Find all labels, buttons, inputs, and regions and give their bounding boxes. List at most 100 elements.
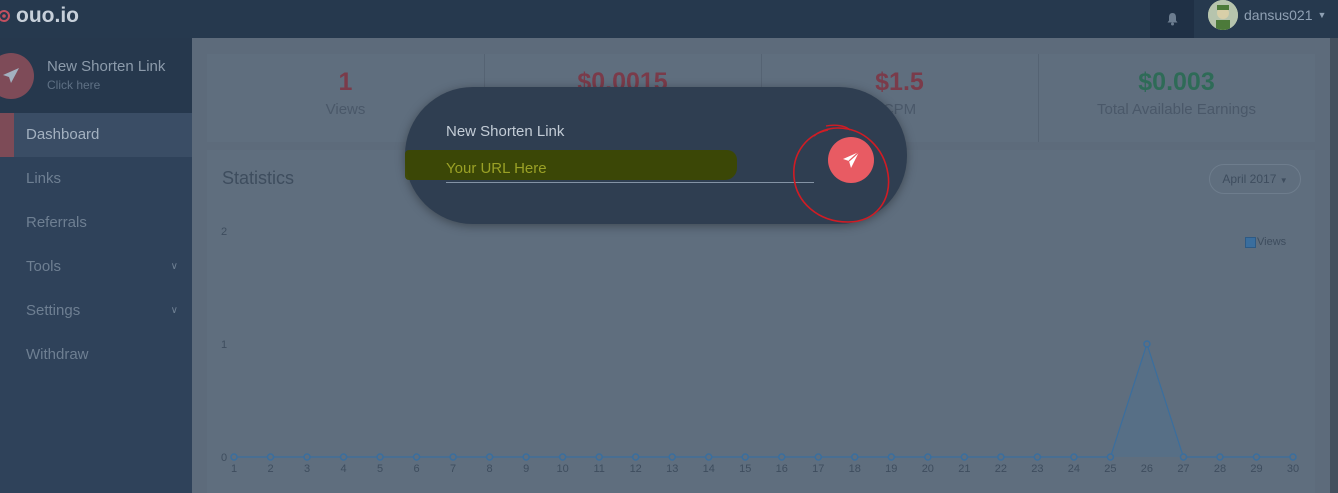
data-point — [412, 453, 421, 461]
x-tick-label: 23 — [1031, 463, 1043, 475]
data-point — [1070, 453, 1078, 461]
data-point — [851, 453, 859, 461]
sidebar-item-tools[interactable]: Tools ∨ — [0, 245, 192, 289]
x-tick-label: 6 — [414, 463, 420, 475]
data-point — [778, 453, 786, 461]
top-bar: ouo.io dansus021 ▼ — [0, 0, 1338, 38]
x-tick-label: 9 — [523, 463, 529, 475]
x-tick-label: 20 — [922, 463, 934, 475]
data-point — [1252, 453, 1261, 461]
sidebar-item-label: Withdraw — [26, 346, 89, 363]
logo-icon — [0, 10, 10, 22]
x-tick-label: 7 — [450, 463, 456, 475]
brand-name: ouo.io — [16, 4, 79, 27]
sidebar-item-dashboard[interactable]: Dashboard — [0, 113, 192, 157]
x-tick-label: 5 — [377, 463, 383, 475]
sidebar-item-referrals[interactable]: Referrals — [0, 201, 192, 245]
stat-label: Total Available Earnings — [1097, 101, 1256, 118]
scrollbar[interactable] — [1330, 38, 1338, 493]
data-point — [266, 453, 275, 461]
data-point — [814, 453, 823, 461]
sidebar-item-label: Dashboard — [26, 126, 100, 143]
x-tick-label: 4 — [340, 463, 346, 475]
x-tick-label: 3 — [304, 463, 310, 475]
new-shorten-link-button[interactable]: New Shorten Link Click here — [0, 38, 192, 113]
data-point — [997, 453, 1005, 461]
x-tick-label: 1 — [231, 463, 237, 475]
data-point — [1179, 453, 1188, 461]
x-tick-label: 29 — [1250, 463, 1262, 475]
x-tick-label: 21 — [958, 463, 970, 475]
data-point — [303, 453, 311, 461]
data-point — [1143, 340, 1151, 348]
paper-plane-icon — [3, 68, 19, 83]
data-point — [704, 453, 713, 461]
sidebar-item-links[interactable]: Links — [0, 157, 192, 201]
x-tick-label: 12 — [630, 463, 642, 475]
sidebar-item-withdraw[interactable]: Withdraw — [0, 333, 192, 377]
data-point — [668, 453, 676, 461]
data-point — [741, 453, 749, 461]
x-tick-label: 8 — [487, 463, 493, 475]
new-link-title: New Shorten Link — [47, 58, 166, 75]
data-point — [1216, 453, 1224, 461]
caret-down-icon: ▼ — [1317, 10, 1327, 20]
x-tick-label: 15 — [739, 463, 751, 475]
y-tick-label: 2 — [221, 226, 227, 238]
x-tick-label: 24 — [1068, 463, 1080, 475]
data-point — [924, 453, 932, 461]
data-point — [376, 453, 384, 461]
notifications-button[interactable] — [1150, 0, 1194, 38]
data-point — [449, 453, 457, 461]
sidebar-item-label: Links — [26, 170, 62, 187]
sidebar-item-label: Tools — [26, 258, 62, 275]
sidebar: New Shorten Link Click here Dashboard Li… — [0, 38, 192, 493]
x-tick-label: 30 — [1287, 463, 1299, 475]
username: dansus021 — [1244, 7, 1313, 23]
sidebar-item-label: Referrals — [26, 214, 87, 231]
x-tick-label: 22 — [995, 463, 1007, 475]
new-link-icon-circle — [0, 53, 34, 99]
data-point — [631, 453, 640, 461]
x-tick-label: 28 — [1214, 463, 1226, 475]
data-point — [522, 453, 530, 461]
data-point — [1289, 453, 1297, 461]
x-tick-label: 14 — [703, 463, 715, 475]
data-point — [1106, 453, 1115, 461]
x-tick-label: 26 — [1141, 463, 1153, 475]
sidebar-item-label: Settings — [26, 302, 81, 319]
series-area — [234, 344, 1293, 457]
stat-total-available-earnings: $0.003 Total Available Earnings — [1038, 54, 1315, 142]
x-tick-label: 11 — [593, 463, 604, 475]
url-input[interactable] — [446, 155, 814, 183]
x-tick-label: 27 — [1177, 463, 1189, 475]
data-point — [960, 453, 969, 461]
y-tick-label: 0 — [221, 452, 227, 464]
x-tick-label: 2 — [267, 463, 273, 475]
x-tick-label: 17 — [812, 463, 824, 475]
stat-value: $0.003 — [1138, 68, 1215, 96]
red-circle-annotation — [793, 124, 890, 223]
data-point — [339, 453, 348, 461]
data-point — [887, 453, 896, 461]
chevron-down-icon: ∨ — [170, 261, 178, 272]
new-link-subtitle: Click here — [47, 78, 101, 92]
modal-title: New Shorten Link — [446, 123, 565, 140]
x-tick-label: 19 — [885, 463, 897, 475]
x-tick-label: 16 — [776, 463, 788, 475]
data-point — [558, 453, 567, 461]
brand-logo[interactable]: ouo.io — [0, 3, 79, 29]
data-point — [1033, 453, 1042, 461]
bell-icon — [1167, 13, 1177, 26]
y-tick-label: 1 — [221, 339, 227, 351]
user-menu[interactable]: dansus021 ▼ — [1208, 0, 1326, 30]
data-point — [230, 453, 238, 461]
x-tick-label: 10 — [557, 463, 569, 475]
data-point — [595, 453, 603, 461]
avatar — [1208, 0, 1238, 30]
sidebar-item-settings[interactable]: Settings ∨ — [0, 289, 192, 333]
x-tick-label: 18 — [849, 463, 861, 475]
chevron-down-icon: ∨ — [170, 305, 178, 316]
stat-value: 1 — [338, 68, 353, 96]
data-point — [485, 453, 494, 461]
